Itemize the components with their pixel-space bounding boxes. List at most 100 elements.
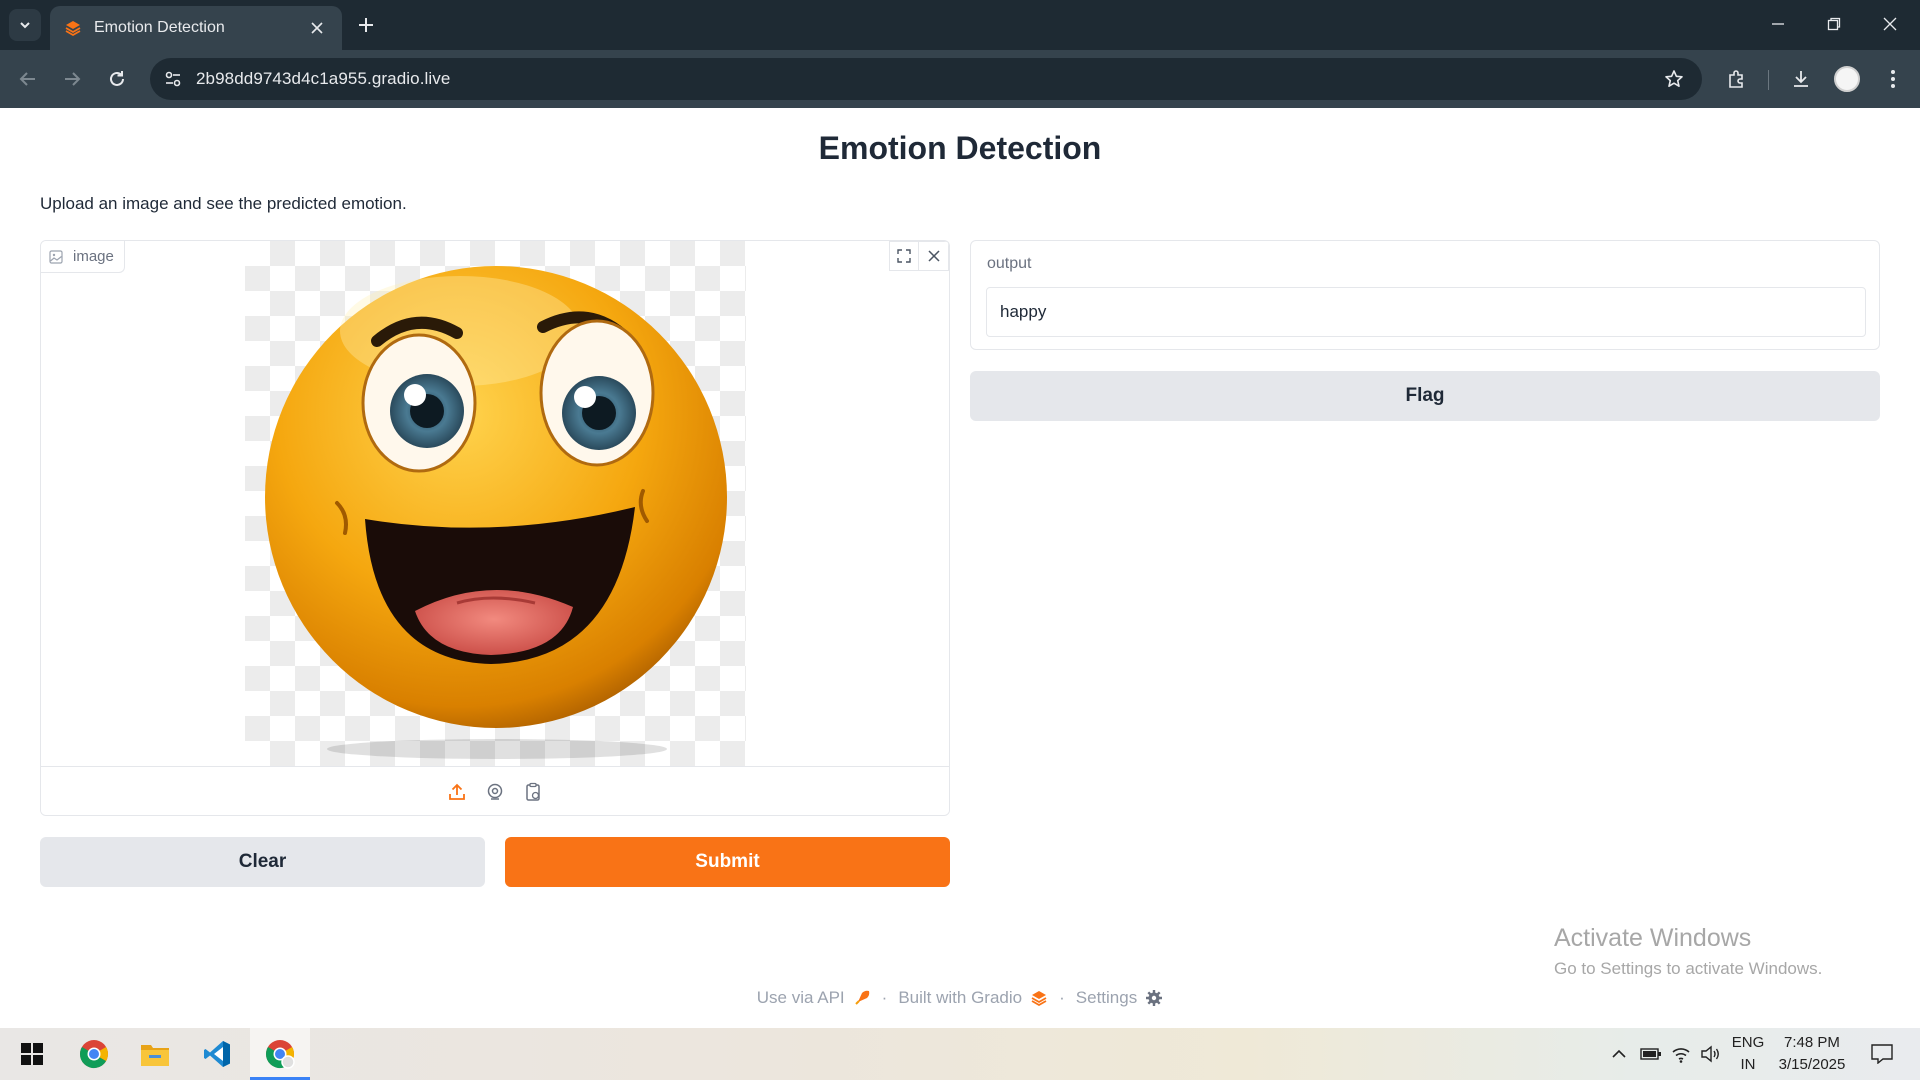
window-restore-button[interactable] [1806,0,1862,48]
file-explorer-icon [141,1045,169,1066]
clipboard-source-button[interactable] [520,779,546,805]
arrow-right-icon [65,72,81,86]
toolbar-separator [1768,70,1769,90]
watermark-subtitle: Go to Settings to activate Windows. [1554,959,1823,978]
url-text[interactable]: 2b98dd9743d4c1a955.gradio.live [196,69,450,89]
chevron-down-icon [20,22,30,29]
built-with-gradio-text: Built with Gradio [898,988,1023,1007]
image-input-panel: image [40,240,950,816]
extensions-button[interactable] [1720,63,1752,95]
start-button[interactable] [2,1028,62,1080]
image-label-text: image [73,248,114,265]
forward-button[interactable] [56,63,88,95]
fullscreen-button[interactable] [889,241,919,271]
window-minimize-button[interactable] [1750,0,1806,48]
browser-tab-active[interactable]: Emotion Detection [50,6,342,50]
profile-button[interactable] [1831,63,1863,95]
output-label: output [987,255,1032,272]
chevron-up-icon [1612,1049,1626,1058]
chrome-icon [79,1040,108,1069]
tab-title: Emotion Detection [94,19,225,36]
address-bar[interactable]: 2b98dd9743d4c1a955.gradio.live [150,58,1702,100]
notifications-button[interactable] [1862,1028,1902,1080]
new-tab-button[interactable] [352,11,380,39]
tune-icon [165,71,181,87]
webcam-source-button[interactable] [482,779,508,805]
gradio-logo-icon [1030,989,1048,1007]
bookmark-star-button[interactable] [1660,65,1688,93]
arrow-left-icon [19,72,35,86]
clock[interactable]: 7:48 PM 3/15/2025 [1770,1028,1854,1080]
battery-indicator[interactable] [1636,1028,1666,1080]
gear-icon [1145,989,1163,1007]
clock-time: 7:48 PM [1784,1034,1840,1051]
page-title: Emotion Detection [818,130,1102,166]
flag-button[interactable]: Flag [970,371,1880,421]
taskbar-chrome-active[interactable] [250,1028,310,1080]
download-icon [1794,71,1808,87]
plus-icon [359,18,373,32]
rocket-icon [853,989,871,1007]
image-source-bar [41,766,949,815]
windows-taskbar: ENG IN 7:48 PM 3/15/2025 [0,1028,1920,1080]
avatar [1834,66,1860,92]
smiling-emoji-face-image [265,266,727,759]
clock-date: 3/15/2025 [1778,1056,1846,1073]
restore-icon [1827,17,1841,31]
image-icon [49,249,63,264]
footer-separator: · [1059,988,1065,1007]
webcam-icon [487,783,503,800]
clear-button[interactable]: Clear [40,837,485,887]
uploaded-image [245,241,746,766]
built-with-gradio-link[interactable]: Built with Gradio [898,988,1048,1008]
minimize-icon [1772,23,1784,25]
footer-separator: · [881,988,888,1007]
vscode-icon [204,1041,230,1067]
downloads-button[interactable] [1785,63,1817,95]
tab-close-icon[interactable] [306,17,328,39]
reload-icon [110,71,124,86]
gradio-favicon-icon [65,21,81,37]
taskbar-chrome[interactable] [64,1028,124,1080]
close-icon [1883,17,1897,31]
activate-windows-watermark: Activate Windows Go to Settings to activ… [1554,924,1822,979]
gradio-footer: Use via API · Built with Gradio · Settin… [0,988,1920,1008]
wifi-icon [1672,1048,1690,1063]
input-language-indicator[interactable]: ENG IN [1726,1028,1770,1080]
gradio-app: Emotion Detection Upload an image and se… [0,108,1920,1028]
kebab-menu-icon [1891,70,1895,88]
browser-tab-bar: Emotion Detection [0,0,1920,50]
chrome-active-icon [265,1040,295,1069]
show-hidden-icons-button[interactable] [1604,1028,1634,1080]
clear-image-button[interactable] [919,241,949,271]
reload-button[interactable] [101,63,133,95]
watermark-title: Activate Windows [1554,924,1752,952]
back-button[interactable] [12,63,44,95]
use-via-api-link[interactable]: Use via API [757,988,871,1008]
settings-text: Settings [1075,988,1138,1007]
close-icon [927,250,940,262]
upload-icon [449,783,465,800]
volume-indicator[interactable] [1696,1028,1726,1080]
tab-search-button[interactable] [9,9,41,41]
image-actions [889,241,949,271]
settings-link[interactable]: Settings [1076,988,1163,1008]
taskbar-file-explorer[interactable] [125,1028,185,1080]
output-value: happy [1000,302,1047,321]
use-via-api-text: Use via API [756,988,845,1007]
browser-menu-button[interactable] [1877,63,1909,95]
window-close-button[interactable] [1862,0,1918,48]
image-label: image [41,241,125,273]
windows-start-icon [21,1043,43,1065]
site-info-button[interactable] [156,62,190,96]
fullscreen-icon [897,249,911,263]
output-textbox[interactable]: happy [986,287,1866,337]
lang-line-2: IN [1740,1056,1756,1073]
network-indicator[interactable] [1666,1028,1696,1080]
upload-source-button[interactable] [444,779,470,805]
page-description: Upload an image and see the predicted em… [40,194,407,213]
submit-button[interactable]: Submit [505,837,950,887]
taskbar-vscode[interactable] [187,1028,247,1080]
lang-line-1: ENG [1731,1034,1765,1051]
battery-icon [1640,1048,1661,1060]
